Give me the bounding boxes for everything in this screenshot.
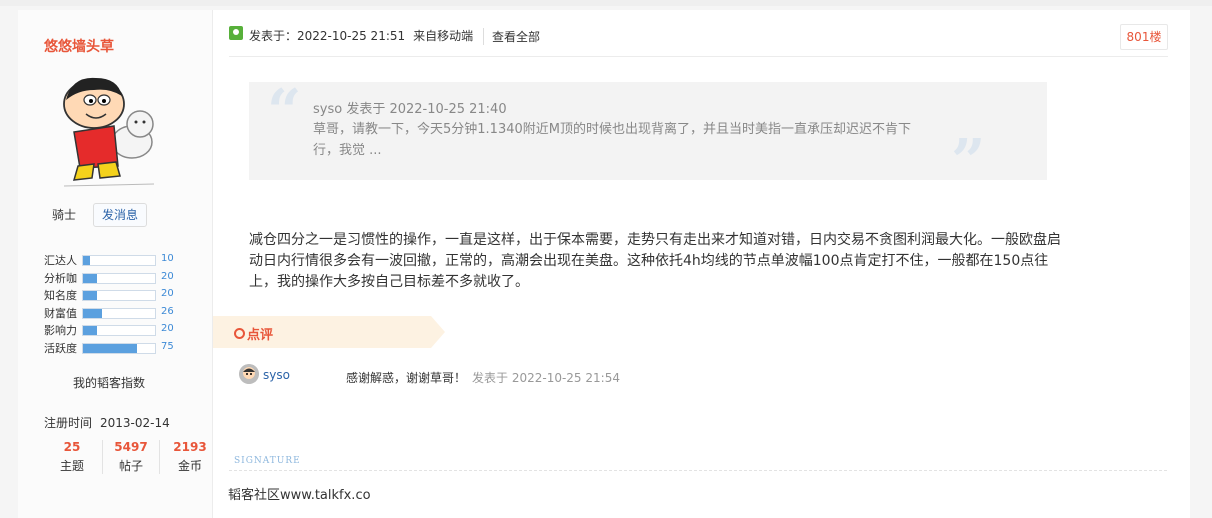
quote-close-icon: ” bbox=[951, 127, 986, 197]
comment-tab: 点评 bbox=[213, 316, 445, 348]
stat-value: 20 bbox=[161, 323, 174, 335]
author-rank: 骑士 bbox=[52, 208, 77, 222]
count-number: 2193 bbox=[173, 440, 207, 454]
stat-bar-fill bbox=[83, 256, 90, 265]
stat-bar bbox=[82, 342, 156, 354]
comment-tab-label: 点评 bbox=[247, 328, 274, 343]
registration-label: 注册时间 bbox=[44, 416, 93, 430]
stat-bar bbox=[82, 307, 156, 319]
user-online-icon bbox=[229, 26, 243, 40]
stat-label: 汇达人 bbox=[44, 254, 77, 267]
post-content: 减仓四分之一是习惯性的操作，一直是这样，出于保本需要，走势只有走出来才知道对错，… bbox=[249, 232, 1061, 290]
stat-value: 10 bbox=[161, 253, 174, 264]
count-topics[interactable]: 25 主题 bbox=[44, 440, 100, 474]
quote-header: syso 发表于 2022-10-25 21:40 bbox=[313, 102, 507, 117]
view-all-link[interactable]: 查看全部 bbox=[483, 28, 540, 45]
stat-value: 75 bbox=[161, 340, 174, 352]
stat-label: 财富值 bbox=[44, 306, 77, 320]
stat-bar-fill bbox=[83, 326, 97, 336]
stat-value: 20 bbox=[161, 270, 174, 282]
stat-bar bbox=[82, 272, 156, 284]
count-coins[interactable]: 2193 金币 bbox=[162, 440, 218, 474]
stat-label: 分析咖 bbox=[44, 271, 77, 285]
commenter-avatar[interactable] bbox=[239, 364, 259, 384]
stat-label: 影响力 bbox=[44, 324, 77, 338]
count-label: 主题 bbox=[59, 459, 84, 473]
stat-value: 26 bbox=[161, 305, 174, 317]
comment-text: 感谢解惑，谢谢草哥！ 发表于 2022-10-25 21:54 bbox=[346, 369, 620, 386]
stat-bar-fill bbox=[83, 291, 97, 301]
floor-number[interactable]: 801楼 bbox=[1120, 24, 1168, 50]
signature-divider bbox=[229, 470, 1167, 471]
registration-value: 2013-02-14 bbox=[100, 416, 170, 430]
stat-bar-fill bbox=[83, 308, 102, 318]
header-divider bbox=[229, 56, 1168, 57]
commenter-name[interactable]: syso bbox=[263, 368, 290, 382]
signature-label: SIGNATURE bbox=[234, 456, 301, 466]
quote-open-icon: “ bbox=[267, 77, 302, 147]
comment-item: syso 感谢解惑，谢谢草哥！ 发表于 2022-10-25 21:54 bbox=[239, 364, 1039, 388]
count-number: 25 bbox=[63, 440, 81, 454]
stat-bar bbox=[82, 325, 156, 337]
author-counts: 25 主题 5497 帖子 2193 金币 bbox=[36, 440, 207, 478]
stat-value: 20 bbox=[161, 288, 174, 300]
quote-block: “ syso 发表于 2022-10-25 21:40 草哥，请教一下，今天5分… bbox=[249, 77, 1047, 192]
count-label: 帖子 bbox=[118, 459, 143, 473]
send-message-button[interactable]: 发消息 bbox=[93, 203, 147, 227]
rating-title[interactable]: 我的韬客指数 bbox=[73, 374, 145, 391]
comment-time: 发表于 2022-10-25 21:54 bbox=[472, 371, 620, 385]
stat-label: 知名度 bbox=[44, 289, 77, 303]
post-source: 来自移动端 bbox=[413, 29, 474, 43]
post-time: 发表于：2022-10-25 21:51 bbox=[249, 29, 406, 43]
stat-bar bbox=[82, 290, 156, 302]
quote-body: 草哥，请教一下，今天5分钟1.1340附近M顶的时候也出现背离了，并且当时美指一… bbox=[313, 122, 911, 158]
signature-text: 韬客社区www.talkfx.co bbox=[228, 488, 371, 503]
comment-ring-icon bbox=[234, 328, 245, 339]
stat-label: 活跃度 bbox=[44, 341, 77, 355]
registration-date: 注册时间 2013-02-14 bbox=[44, 414, 170, 431]
rating-stats: 汇达人 10 分析咖 20 知名度 20 财富值 26 影响力 20 活跃度 75 bbox=[44, 250, 184, 356]
count-label: 金币 bbox=[177, 459, 202, 473]
author-sidebar: 悠悠墙头草 骑士 发消息 汇达人 10 分析咖 20 知名度 20 财富值 26 影响力 20 活跃… bbox=[18, 10, 213, 518]
stat-row: 分析咖 20 bbox=[44, 268, 184, 286]
stat-row: 影响力 20 bbox=[44, 320, 184, 338]
count-posts[interactable]: 5497 帖子 bbox=[102, 440, 160, 474]
stat-row: 汇达人 10 bbox=[44, 250, 184, 268]
post-main: 发表于：2022-10-25 21:51 来自移动端 查看全部 801楼 “ sy… bbox=[213, 10, 1190, 518]
stat-bar-fill bbox=[83, 273, 97, 283]
stat-row: 知名度 20 bbox=[44, 285, 184, 303]
post-meta: 发表于：2022-10-25 21:51 来自移动端 bbox=[249, 27, 473, 44]
stat-row: 财富值 26 bbox=[44, 303, 184, 321]
author-name[interactable]: 悠悠墙头草 bbox=[44, 36, 114, 56]
stat-bar bbox=[82, 255, 156, 266]
top-strip bbox=[0, 0, 1212, 6]
author-avatar[interactable] bbox=[44, 62, 174, 192]
stat-bar-fill bbox=[83, 343, 137, 353]
count-number: 5497 bbox=[114, 440, 148, 454]
stat-row: 活跃度 75 bbox=[44, 338, 184, 356]
comment-body: 感谢解惑，谢谢草哥！ bbox=[346, 371, 467, 385]
post-header: 发表于：2022-10-25 21:51 来自移动端 查看全部 801楼 bbox=[229, 24, 1168, 50]
